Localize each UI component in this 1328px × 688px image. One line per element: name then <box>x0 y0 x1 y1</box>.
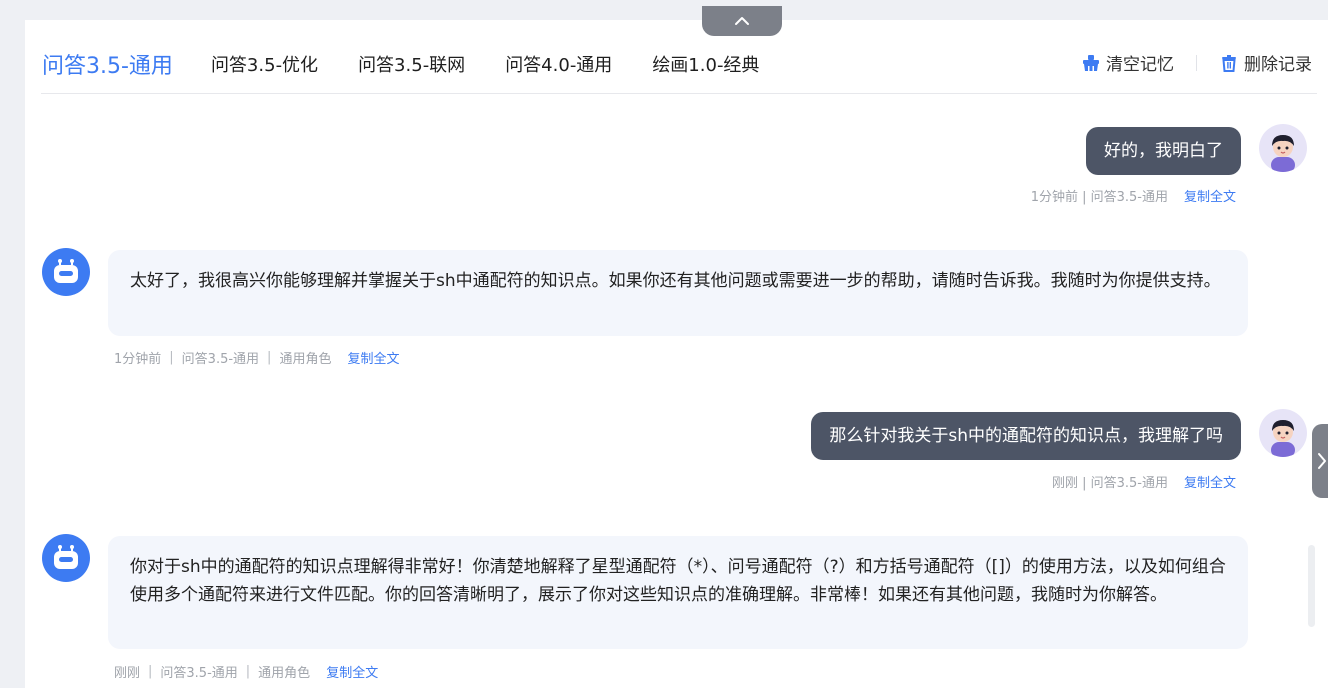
user-message-bubble: 那么针对我关于sh中的通配符的知识点，我理解了吗 <box>811 412 1241 460</box>
meta-separator: | <box>267 350 272 365</box>
message-model: 问答3.5-通用 <box>181 352 260 367</box>
user-avatar-icon <box>1259 124 1307 172</box>
copy-all-button[interactable]: 复制全文 <box>1184 472 1236 491</box>
user-message-meta: 刚刚 | 问答3.5-通用 复制全文 <box>1052 472 1236 491</box>
tab-qa35-general[interactable]: 问答3.5-通用 <box>42 48 173 80</box>
message-meta-text: 1分钟前 | 问答3.5-通用 <box>1030 190 1168 205</box>
delete-records-label: 删除记录 <box>1244 55 1312 75</box>
header-divider <box>41 93 1317 94</box>
tab-qa35-online[interactable]: 问答3.5-联网 <box>358 51 465 77</box>
delete-records-button[interactable]: 删除记录 <box>1219 50 1312 75</box>
model-tabs: 问答3.5-通用 问答3.5-优化 问答3.5-联网 问答4.0-通用 绘画1.… <box>42 44 799 84</box>
user-avatar-icon <box>1259 409 1307 457</box>
bot-message-meta: 1分钟前 | 问答3.5-通用 | 通用角色 复制全文 <box>114 348 399 367</box>
bot-message-bubble: 你对于sh中的通配符的知识点理解得非常好！你清楚地解释了星型通配符（*）、问号通… <box>108 536 1248 649</box>
bot-message-bubble: 太好了，我很高兴你能够理解并掌握关于sh中通配符的知识点。如果你还有其他问题或需… <box>108 250 1248 336</box>
meta-separator: | <box>169 350 174 365</box>
chat-app: 问答3.5-通用 问答3.5-优化 问答3.5-联网 问答4.0-通用 绘画1.… <box>0 0 1328 688</box>
message-role: 通用角色 <box>258 666 311 681</box>
tab-qa40-general[interactable]: 问答4.0-通用 <box>505 51 612 77</box>
divider <box>1196 54 1197 71</box>
meta-separator: | <box>148 664 153 679</box>
bot-message-meta: 刚刚 | 问答3.5-通用 | 通用角色 复制全文 <box>114 662 378 681</box>
user-message-meta: 1分钟前 | 问答3.5-通用 复制全文 <box>1031 186 1236 205</box>
robot-icon <box>42 534 90 582</box>
collapse-header-button[interactable] <box>702 6 782 36</box>
tab-qa35-optimized[interactable]: 问答3.5-优化 <box>211 51 318 77</box>
message-role: 通用角色 <box>279 352 332 367</box>
trash-icon <box>1222 54 1236 72</box>
scrollbar[interactable] <box>1308 545 1315 627</box>
header-actions: 清空记忆 删除记录 <box>1081 50 1312 75</box>
user-message-bubble: 好的，我明白了 <box>1086 127 1241 175</box>
message-time: 1分钟前 <box>114 352 162 367</box>
message-meta-text: 刚刚 | 问答3.5-通用 <box>1051 476 1168 491</box>
broom-icon <box>1083 54 1099 71</box>
meta-separator: | <box>245 664 251 679</box>
copy-all-button[interactable]: 复制全文 <box>326 662 378 681</box>
message-time: 刚刚 <box>114 666 141 681</box>
tab-draw10-classic[interactable]: 绘画1.0-经典 <box>652 51 759 77</box>
clear-memory-label: 清空记忆 <box>1106 55 1174 75</box>
chevron-up-icon <box>735 17 749 25</box>
expand-sidebar-button[interactable] <box>1312 424 1328 498</box>
copy-all-button[interactable]: 复制全文 <box>1184 186 1236 205</box>
message-model: 问答3.5-通用 <box>160 666 238 681</box>
chevron-right-icon <box>1318 453 1326 469</box>
copy-all-button[interactable]: 复制全文 <box>347 348 399 367</box>
clear-memory-button[interactable]: 清空记忆 <box>1081 50 1174 75</box>
robot-icon <box>42 248 90 296</box>
